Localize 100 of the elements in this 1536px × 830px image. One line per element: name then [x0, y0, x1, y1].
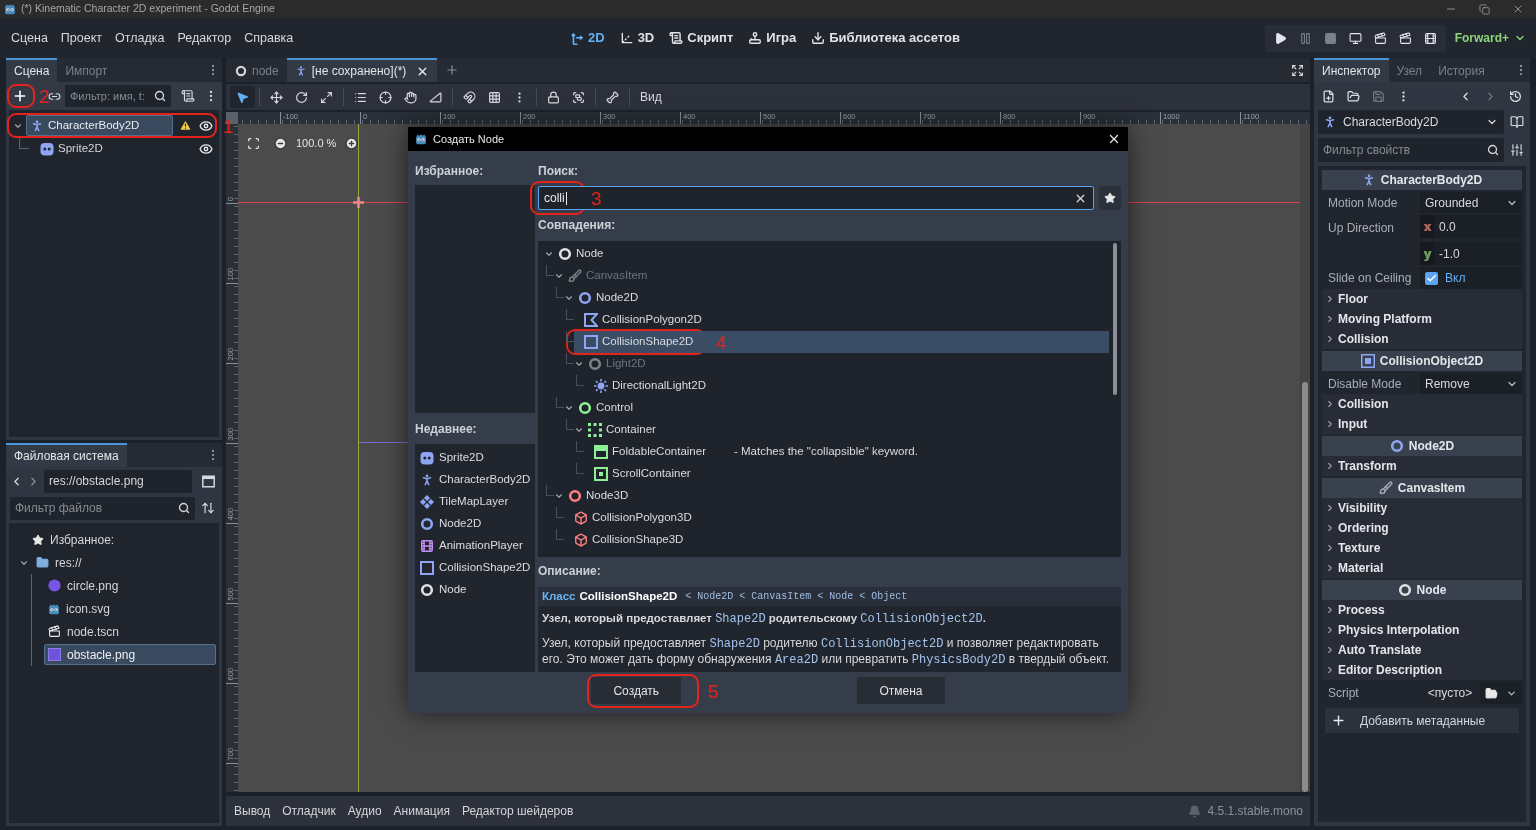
- sliders-icon[interactable]: [1510, 143, 1524, 157]
- enum-dropdown[interactable]: Remove: [1420, 373, 1522, 394]
- film-icon[interactable]: [1423, 31, 1437, 45]
- bottom-panel-tab[interactable]: Отладчик: [277, 802, 341, 820]
- chevron-right-icon[interactable]: [1325, 523, 1335, 533]
- new-file-icon[interactable]: [1322, 89, 1335, 103]
- recent-item[interactable]: Node: [415, 579, 535, 601]
- warning-icon[interactable]: [179, 119, 192, 132]
- chevron-right-icon[interactable]: [1325, 314, 1335, 324]
- menu-item[interactable]: Справка: [238, 25, 300, 51]
- panel-tab[interactable]: Файловая система: [6, 443, 127, 467]
- main-screen-button[interactable]: Библиотека ассетов: [811, 28, 960, 48]
- bottom-panel-tab[interactable]: Аудио: [342, 802, 387, 820]
- number-field[interactable]: 0.0: [1434, 215, 1522, 238]
- dialog-button[interactable]: Отмена: [857, 677, 945, 704]
- favorite-button[interactable]: [1099, 186, 1121, 210]
- chevron-right-icon[interactable]: [1325, 665, 1335, 675]
- recent-item[interactable]: AnimationPlayer: [415, 535, 535, 557]
- property-group[interactable]: Input: [1322, 414, 1522, 434]
- chevron-right-icon[interactable]: [1325, 645, 1335, 655]
- script-icon[interactable]: [181, 89, 195, 103]
- property-group[interactable]: Ordering: [1322, 518, 1522, 538]
- chevron-down-icon[interactable]: [544, 249, 554, 259]
- tree-item[interactable]: CollisionShape3D: [564, 529, 1109, 551]
- eye-icon[interactable]: [199, 118, 213, 133]
- folder-open-icon[interactable]: [1485, 686, 1498, 700]
- minus-circle-icon[interactable]: [274, 136, 287, 150]
- panel-tab[interactable]: Инспектор: [1314, 58, 1389, 82]
- book-icon[interactable]: [1510, 115, 1524, 129]
- scrollbar-thumb[interactable]: [1302, 382, 1308, 792]
- class-link[interactable]: CollisionObject2D: [860, 612, 983, 626]
- eye-icon[interactable]: [199, 141, 213, 156]
- clapperboard-icon[interactable]: [1398, 31, 1412, 45]
- chevron-right-icon[interactable]: [1325, 605, 1335, 615]
- main-screen-button[interactable]: Скрипт: [669, 28, 734, 48]
- clapperboard-icon[interactable]: [1373, 31, 1387, 45]
- panel-tab[interactable]: Узел: [1388, 58, 1431, 82]
- scene-tab[interactable]: [не сохранено](*): [286, 58, 438, 82]
- chevron-right-icon[interactable]: [1325, 399, 1335, 409]
- recent-item[interactable]: CollisionShape2D: [415, 557, 535, 579]
- menu-item[interactable]: Сцена: [5, 25, 54, 51]
- sort-icon[interactable]: [201, 501, 215, 515]
- corner-brackets-icon[interactable]: [247, 136, 260, 150]
- chevron-right-icon[interactable]: [1325, 461, 1335, 471]
- chevron-right-icon[interactable]: [1325, 419, 1335, 429]
- chevron-right-icon[interactable]: [1325, 334, 1335, 344]
- property-group[interactable]: Collision: [1322, 329, 1522, 349]
- tree-item[interactable]: Node: [544, 243, 1109, 265]
- chevron-right-icon[interactable]: [1325, 503, 1335, 513]
- recent-item[interactable]: Sprite2D: [415, 447, 535, 469]
- chevron-right-icon[interactable]: [1325, 563, 1335, 573]
- property-group[interactable]: Physics Interpolation: [1322, 620, 1522, 640]
- scrollbar-thumb[interactable]: [1113, 243, 1117, 395]
- menu-item[interactable]: Редактор: [171, 25, 238, 51]
- main-screen-button[interactable]: Игра: [748, 28, 797, 48]
- tool-button[interactable]: [230, 86, 255, 108]
- recent-item[interactable]: CharacterBody2D: [415, 469, 535, 491]
- main-screen-button[interactable]: 2D: [571, 28, 605, 48]
- recent-item[interactable]: TileMapLayer: [415, 491, 535, 513]
- filter-field[interactable]: Фильтр свойств: [1318, 138, 1485, 162]
- property-group[interactable]: Collision: [1322, 394, 1522, 414]
- property-group[interactable]: Visibility: [1322, 498, 1522, 518]
- tree-item[interactable]: CharacterBody2D: [26, 115, 173, 136]
- filter-field[interactable]: Фильтр: имя, t:: [65, 85, 152, 107]
- filter-field[interactable]: Фильтр файлов: [10, 496, 176, 520]
- checkbox[interactable]: [1425, 271, 1438, 285]
- number-field[interactable]: -1.0: [1434, 242, 1522, 265]
- chevron-right-icon[interactable]: [1325, 294, 1335, 304]
- plus-circle-icon[interactable]: [345, 136, 359, 150]
- bottom-panel-tab[interactable]: Редактор шейдеров: [456, 802, 579, 820]
- bottom-panel-tab[interactable]: Вывод: [229, 802, 276, 820]
- tree-item[interactable]: Sprite2D: [36, 138, 192, 159]
- add-metadata-button[interactable]: Добавить метаданные: [1325, 708, 1519, 733]
- expand-arrows-icon[interactable]: [1291, 63, 1304, 77]
- class-link[interactable]: Shape2D: [715, 612, 766, 626]
- panel-tab[interactable]: История: [1430, 58, 1493, 82]
- class-link[interactable]: CollisionObject2D: [820, 637, 944, 651]
- file-item[interactable]: node.tscn: [44, 621, 216, 642]
- close-icon[interactable]: [1107, 132, 1121, 146]
- bottom-panel-tab[interactable]: Анимация: [388, 802, 455, 820]
- property-group[interactable]: Auto Translate: [1322, 640, 1522, 660]
- history-icon[interactable]: [1509, 89, 1522, 103]
- enum-dropdown[interactable]: Grounded: [1420, 192, 1522, 213]
- class-link[interactable]: Area2D: [774, 653, 819, 667]
- property-group[interactable]: Editor Description: [1322, 660, 1522, 680]
- file-item[interactable]: obstacle.png: [44, 644, 216, 665]
- dialog-button[interactable]: Создать: [591, 677, 682, 704]
- object-selector[interactable]: CharacterBody2D: [1318, 110, 1504, 134]
- menu-item[interactable]: Проект: [54, 25, 109, 51]
- property-group[interactable]: Transform: [1322, 456, 1522, 476]
- renderer-dropdown[interactable]: Forward+: [1454, 29, 1526, 47]
- panel-tab[interactable]: Импорт: [57, 58, 116, 82]
- folder-open-icon[interactable]: [1347, 89, 1360, 103]
- property-group[interactable]: Process: [1322, 600, 1522, 620]
- class-link[interactable]: PhysicsBody2D: [911, 653, 1006, 667]
- scene-tab[interactable]: node: [226, 58, 287, 82]
- recent-item[interactable]: Node2D: [415, 513, 535, 535]
- file-item[interactable]: icon.svg: [44, 598, 216, 619]
- resource-value[interactable]: <пусто>: [1420, 684, 1480, 702]
- property-group[interactable]: Texture: [1322, 538, 1522, 558]
